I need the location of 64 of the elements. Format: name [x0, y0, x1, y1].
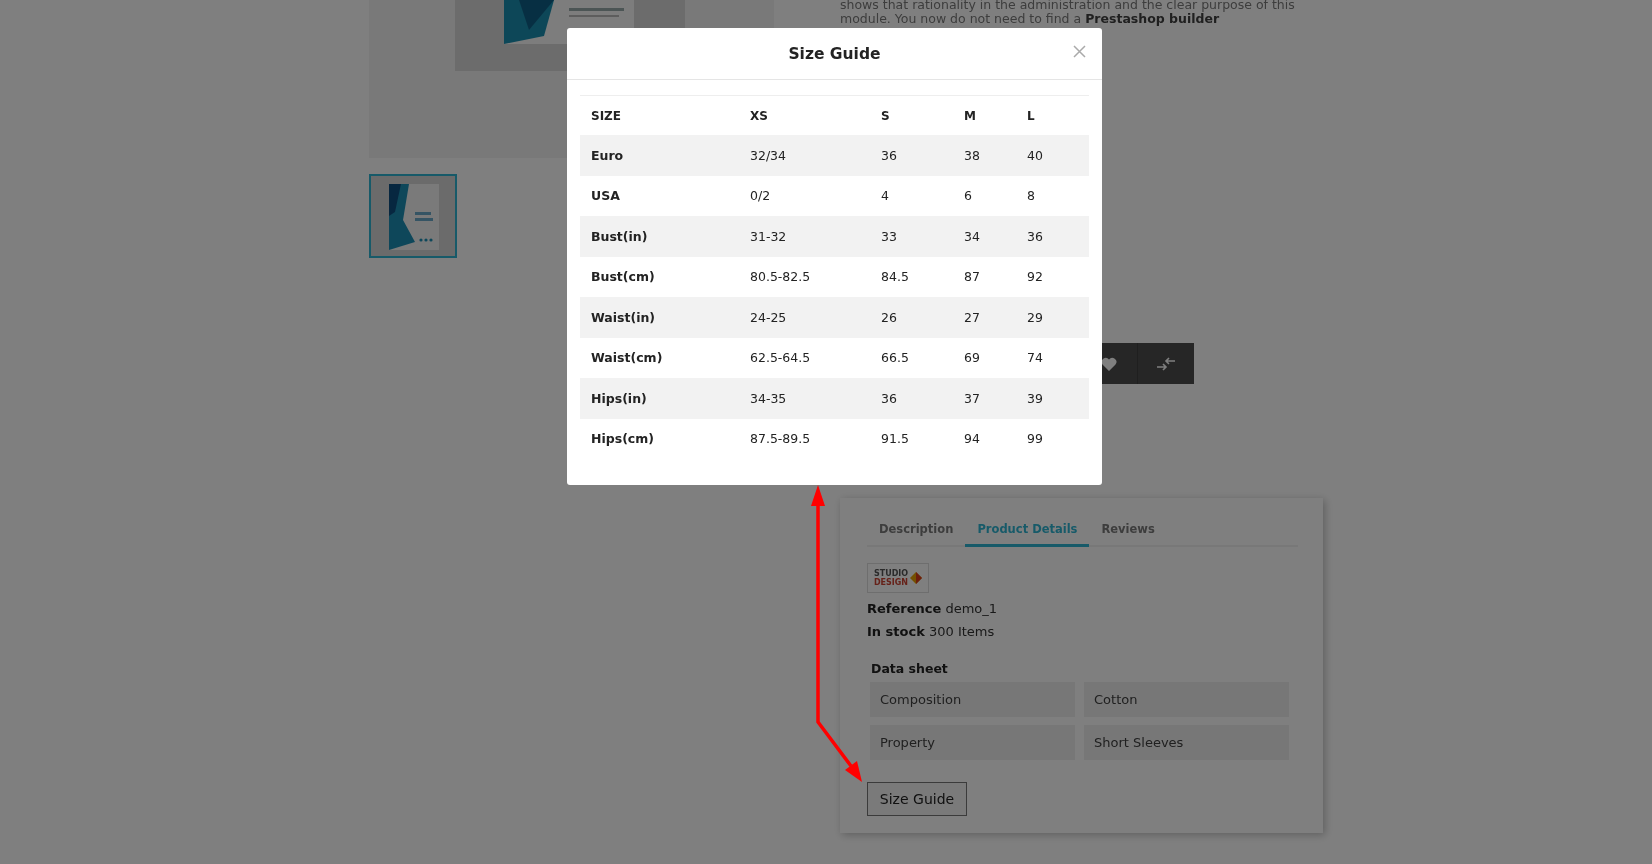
table-cell: 37 [953, 378, 1016, 419]
table-cell: 69 [953, 337, 1016, 378]
column-header: M [953, 95, 1016, 135]
table-cell: 80.5-82.5 [739, 256, 870, 297]
table-cell: 27 [953, 297, 1016, 338]
table-cell: Euro [580, 135, 739, 176]
diamond-icon [910, 572, 923, 584]
table-cell: 4 [870, 175, 953, 216]
table-cell: 40 [1016, 135, 1089, 176]
table-cell: 87 [953, 256, 1016, 297]
tab[interactable]: Product Details [965, 514, 1090, 547]
table-cell: 24-25 [739, 297, 870, 338]
table-cell: 99 [1016, 418, 1089, 459]
column-header: XS [739, 95, 870, 135]
table-cell: 36 [870, 135, 953, 176]
table-cell: 34-35 [739, 378, 870, 419]
table-cell: Bust(cm) [580, 256, 739, 297]
logo-text: STUDIO DESIGN [873, 569, 909, 587]
table-cell: 38 [953, 135, 1016, 176]
table-cell: 8 [1016, 175, 1089, 216]
table-cell: 29 [1016, 297, 1089, 338]
data-sheet-name: Composition [870, 682, 1075, 717]
table-cell: 33 [870, 216, 953, 257]
table-cell: Bust(in) [580, 216, 739, 257]
table-cell: 0/2 [739, 175, 870, 216]
close-button[interactable] [1073, 45, 1086, 58]
close-icon [1073, 45, 1086, 58]
data-sheet-title: Data sheet [871, 661, 949, 676]
table-cell: Waist(cm) [580, 337, 739, 378]
description-text: shows that rationality in the administration and the clear purpose of this [840, 0, 1296, 12]
table-cell: Waist(in) [580, 297, 739, 338]
compare-icon [1156, 356, 1176, 371]
data-sheet-value: Short Sleeves [1084, 725, 1289, 760]
table-cell: 87.5-89.5 [739, 418, 870, 459]
table-cell: 34 [953, 216, 1016, 257]
table-cell: 92 [1016, 256, 1089, 297]
size-guide-button[interactable]: Size Guide [867, 782, 967, 816]
table-cell: 91.5 [870, 418, 953, 459]
table-cell: 66.5 [870, 337, 953, 378]
table-cell: 36 [870, 378, 953, 419]
stock-text: In stock 300 Items [867, 624, 996, 639]
table-cell: 94 [953, 418, 1016, 459]
table-cell: Hips(in) [580, 378, 739, 419]
table-cell: USA [580, 175, 739, 216]
column-header: L [1016, 95, 1089, 135]
dialog-title: Size Guide [788, 44, 881, 63]
tab[interactable]: Description [867, 514, 966, 547]
description-text: module. You now do not need to find a Prestashop builder [840, 12, 1220, 26]
reference-text: Reference demo_1 [867, 601, 999, 616]
table-cell: 36 [1016, 216, 1089, 257]
data-sheet-name: Property [870, 725, 1075, 760]
table-cell: 31-32 [739, 216, 870, 257]
table-cell: 39 [1016, 378, 1089, 419]
tab[interactable]: Reviews [1089, 514, 1167, 547]
column-header: S [870, 95, 953, 135]
table-cell: 26 [870, 297, 953, 338]
table-cell: Hips(cm) [580, 418, 739, 459]
table-cell: 32/34 [739, 135, 870, 176]
column-header: SIZE [580, 95, 739, 135]
table-cell: 6 [953, 175, 1016, 216]
table-cell: 62.5-64.5 [739, 337, 870, 378]
table-cell: 84.5 [870, 256, 953, 297]
data-sheet-value: Cotton [1084, 682, 1289, 717]
table-cell: 74 [1016, 337, 1089, 378]
